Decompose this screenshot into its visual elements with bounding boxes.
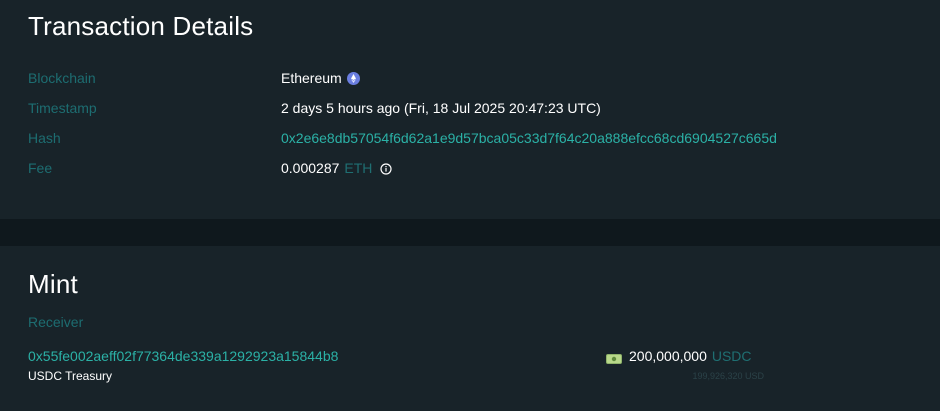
- receiver-address-link[interactable]: 0x55fe002aeff02f77364de339a1292923a15844…: [28, 348, 338, 364]
- hash-link[interactable]: 0x2e6e8db57054f6d62a1e9d57bca05c33d7f64c…: [281, 130, 777, 146]
- info-icon[interactable]: [380, 162, 393, 175]
- mint-amount-unit[interactable]: USDC: [712, 348, 752, 364]
- section-divider: [0, 219, 940, 246]
- fee-value-row: 0.000287 ETH: [281, 160, 393, 176]
- receiver-name: USDC Treasury: [28, 369, 113, 383]
- blockchain-label: Blockchain: [28, 70, 96, 86]
- hash-label: Hash: [28, 130, 61, 146]
- mint-amount-usd: 199,926,320 USD: [692, 371, 764, 381]
- blockchain-value: Ethereum: [281, 70, 342, 86]
- blockchain-value-row: Ethereum: [281, 70, 360, 86]
- cash-icon: [606, 351, 622, 364]
- receiver-label: Receiver: [28, 314, 84, 330]
- mint-card: [0, 246, 940, 411]
- ethereum-icon: [346, 71, 360, 85]
- transaction-details-title: Transaction Details: [28, 11, 254, 41]
- timestamp-value: 2 days 5 hours ago (Fri, 18 Jul 2025 20:…: [281, 100, 601, 116]
- mint-title: Mint: [28, 269, 78, 299]
- mint-amount-row: 200,000,000 USDC: [606, 348, 752, 364]
- fee-unit: ETH: [344, 160, 373, 176]
- fee-value: 0.000287: [281, 160, 340, 176]
- mint-amount-value: 200,000,000: [629, 348, 707, 364]
- timestamp-label: Timestamp: [28, 100, 97, 116]
- transaction-details-card: Transaction Details Blockchain Ethereum …: [0, 0, 940, 219]
- page: Transaction Details Blockchain Ethereum …: [0, 0, 940, 411]
- fee-label: Fee: [28, 160, 53, 176]
